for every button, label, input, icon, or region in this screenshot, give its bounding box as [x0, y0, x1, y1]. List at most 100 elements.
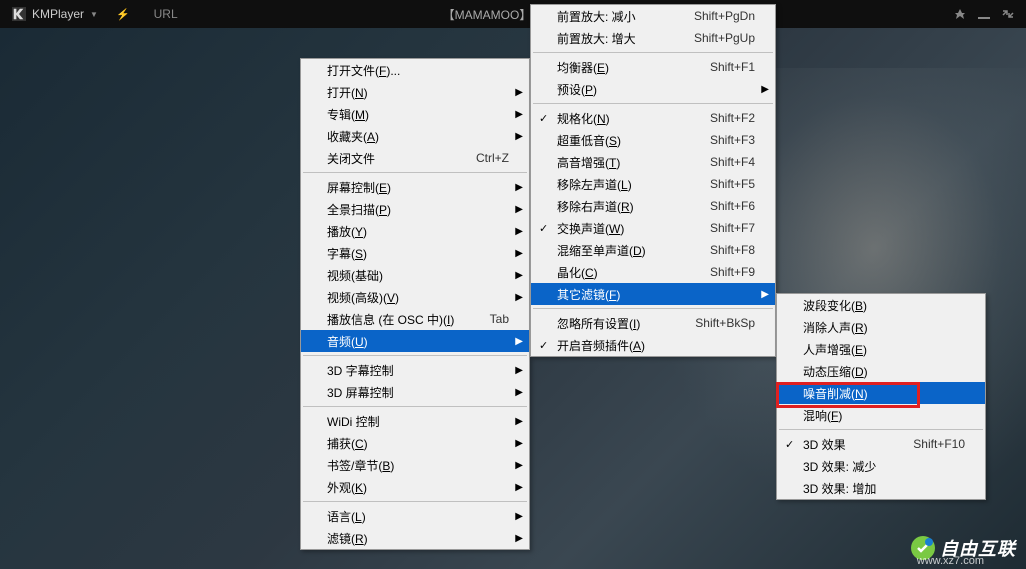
menu-separator	[533, 308, 773, 309]
menu-item[interactable]: 3D 效果: 减少	[777, 455, 985, 477]
menu-item[interactable]: ✓ 开启音频插件(A)	[531, 334, 775, 356]
submenu-arrow-icon: ▶	[515, 387, 523, 398]
kmplayer-icon	[12, 7, 26, 21]
menu-item[interactable]: WiDi 控制▶	[301, 410, 529, 432]
check-icon: ✓	[539, 339, 548, 352]
url-label[interactable]: URL	[154, 7, 178, 21]
menu-item-label: 消除人声(R)	[803, 319, 965, 336]
menu-item-label: 忽略所有设置(I)	[557, 315, 675, 332]
menu-separator	[303, 172, 527, 173]
menu-item[interactable]: 忽略所有设置(I)Shift+BkSp	[531, 312, 775, 334]
menu-item[interactable]: 外观(K) ▶	[301, 476, 529, 498]
submenu-arrow-icon: ▶	[515, 365, 523, 376]
context-menu-audio: 前置放大: 减小Shift+PgDn 前置放大: 增大 Shift+PgUp 均衡器(…	[530, 4, 776, 357]
menu-item[interactable]: ✓交换声道(W)Shift+F7	[531, 217, 775, 239]
menu-item[interactable]: 移除右声道(R)Shift+F6	[531, 195, 775, 217]
menu-item-label: 混缩至单声道(D)	[557, 242, 690, 259]
menu-item-label: 3D 效果: 增加	[803, 480, 965, 497]
menu-item[interactable]: 人声增强(E)	[777, 338, 985, 360]
menu-item[interactable]: 混响(F)	[777, 404, 985, 426]
menu-item[interactable]: 前置放大: 增大 Shift+PgUp	[531, 27, 775, 49]
menu-item[interactable]: ✓规格化(N)Shift+F2	[531, 107, 775, 129]
menu-item-shortcut: Shift+F5	[710, 177, 755, 191]
context-menu-main: 打开文件(F)...打开(N)▶专辑(M)▶收藏夹(A)▶关闭文件Ctrl+Z 屏…	[300, 58, 530, 550]
menu-item[interactable]: 书签/章节(B)▶	[301, 454, 529, 476]
watermark-url: www.xz7.com	[917, 555, 984, 567]
menu-item-label: 混响(F)	[803, 407, 965, 424]
menu-item[interactable]: 专辑(M)▶	[301, 103, 529, 125]
menu-item-label: 语言(L)	[327, 508, 509, 525]
menu-item[interactable]: 均衡器(E)Shift+F1	[531, 56, 775, 78]
submenu-arrow-icon: ▶	[515, 109, 523, 120]
menu-item[interactable]: 语言(L)▶	[301, 505, 529, 527]
menu-item[interactable]: 晶化(C)Shift+F9	[531, 261, 775, 283]
menu-item[interactable]: 收藏夹(A)▶	[301, 125, 529, 147]
menu-item-label: 外观(K)	[327, 479, 509, 496]
menu-item[interactable]: 3D 屏幕控制▶	[301, 381, 529, 403]
menu-item[interactable]: 屏幕控制(E)▶	[301, 176, 529, 198]
menu-item[interactable]: 关闭文件Ctrl+Z	[301, 147, 529, 169]
menu-item-shortcut: Shift+F10	[913, 437, 965, 451]
menu-item[interactable]: 混缩至单声道(D) Shift+F8	[531, 239, 775, 261]
menu-item-label: WiDi 控制	[327, 413, 509, 430]
minimize-icon[interactable]	[978, 8, 990, 20]
menu-item-label: 音频(U)	[327, 333, 509, 350]
menu-item[interactable]: 播放信息 (在 OSC 中)(I)Tab	[301, 308, 529, 330]
menu-item[interactable]: 前置放大: 减小Shift+PgDn	[531, 5, 775, 27]
submenu-arrow-icon: ▶	[515, 460, 523, 471]
menu-item-label: 关闭文件	[327, 150, 456, 167]
menu-item-label: 前置放大: 增大	[557, 30, 674, 47]
menu-item[interactable]: 预设(P)▶	[531, 78, 775, 100]
menu-item[interactable]: 滤镜(R)▶	[301, 527, 529, 549]
submenu-arrow-icon: ▶	[515, 438, 523, 449]
menu-item[interactable]: 字幕(S)▶	[301, 242, 529, 264]
menu-item[interactable]: 捕获(C)▶	[301, 432, 529, 454]
submenu-arrow-icon: ▶	[515, 182, 523, 193]
menu-item[interactable]: 移除左声道(L) Shift+F5	[531, 173, 775, 195]
menu-item-label: 其它滤镜(F)	[557, 286, 755, 303]
menu-separator	[303, 501, 527, 502]
menu-item-label: 预设(P)	[557, 81, 755, 98]
pin-icon[interactable]	[954, 8, 966, 20]
menu-item[interactable]: ✓3D 效果Shift+F10	[777, 433, 985, 455]
menu-item[interactable]: 高音增强(T) Shift+F4	[531, 151, 775, 173]
menu-item-label: 晶化(C)	[557, 264, 690, 281]
menu-item-shortcut: Shift+F8	[710, 243, 755, 257]
menu-item[interactable]: 音频(U) ▶	[301, 330, 529, 352]
menu-item[interactable]: 播放(Y) ▶	[301, 220, 529, 242]
menu-item[interactable]: 噪音削减(N)	[777, 382, 985, 404]
dropdown-icon[interactable]: ▼	[90, 10, 98, 19]
submenu-arrow-icon: ▶	[515, 226, 523, 237]
menu-item-shortcut: Shift+F4	[710, 155, 755, 169]
menu-item[interactable]: 全景扫描(P)▶	[301, 198, 529, 220]
menu-item[interactable]: 视频(高级)(V)▶	[301, 286, 529, 308]
menu-item-label: 高音增强(T)	[557, 154, 690, 171]
menu-item-label: 播放(Y)	[327, 223, 509, 240]
menu-item[interactable]: 超重低音(S)Shift+F3	[531, 129, 775, 151]
menu-item[interactable]: 3D 字幕控制▶	[301, 359, 529, 381]
submenu-arrow-icon: ▶	[515, 482, 523, 493]
menu-item[interactable]: 视频(基础)▶	[301, 264, 529, 286]
lightning-icon[interactable]: ⚡	[116, 8, 130, 21]
menu-item-label: 移除左声道(L)	[557, 176, 690, 193]
menu-item-label: 3D 效果	[803, 436, 893, 453]
menu-item[interactable]: 波段变化(B)	[777, 294, 985, 316]
menu-item[interactable]: 打开文件(F)...	[301, 59, 529, 81]
menu-item-label: 字幕(S)	[327, 245, 509, 262]
menu-item-label: 前置放大: 减小	[557, 8, 674, 25]
menu-item-label: 滤镜(R)	[327, 530, 509, 547]
menu-item-shortcut: Shift+F2	[710, 111, 755, 125]
menu-item[interactable]: 消除人声(R)	[777, 316, 985, 338]
menu-item-label: 交换声道(W)	[557, 220, 690, 237]
app-logo[interactable]: KMPlayer ▼	[12, 7, 98, 21]
submenu-arrow-icon: ▶	[515, 336, 523, 347]
menu-item-shortcut: Shift+PgUp	[694, 31, 755, 45]
menu-item-label: 开启音频插件(A)	[557, 337, 755, 354]
menu-item[interactable]: 打开(N)▶	[301, 81, 529, 103]
menu-item-shortcut: Shift+F3	[710, 133, 755, 147]
menu-item-label: 视频(基础)	[327, 267, 509, 284]
menu-item[interactable]: 其它滤镜(F)▶	[531, 283, 775, 305]
menu-item[interactable]: 动态压缩(D)	[777, 360, 985, 382]
menu-item[interactable]: 3D 效果: 增加	[777, 477, 985, 499]
maximize-icon[interactable]	[1002, 8, 1014, 20]
